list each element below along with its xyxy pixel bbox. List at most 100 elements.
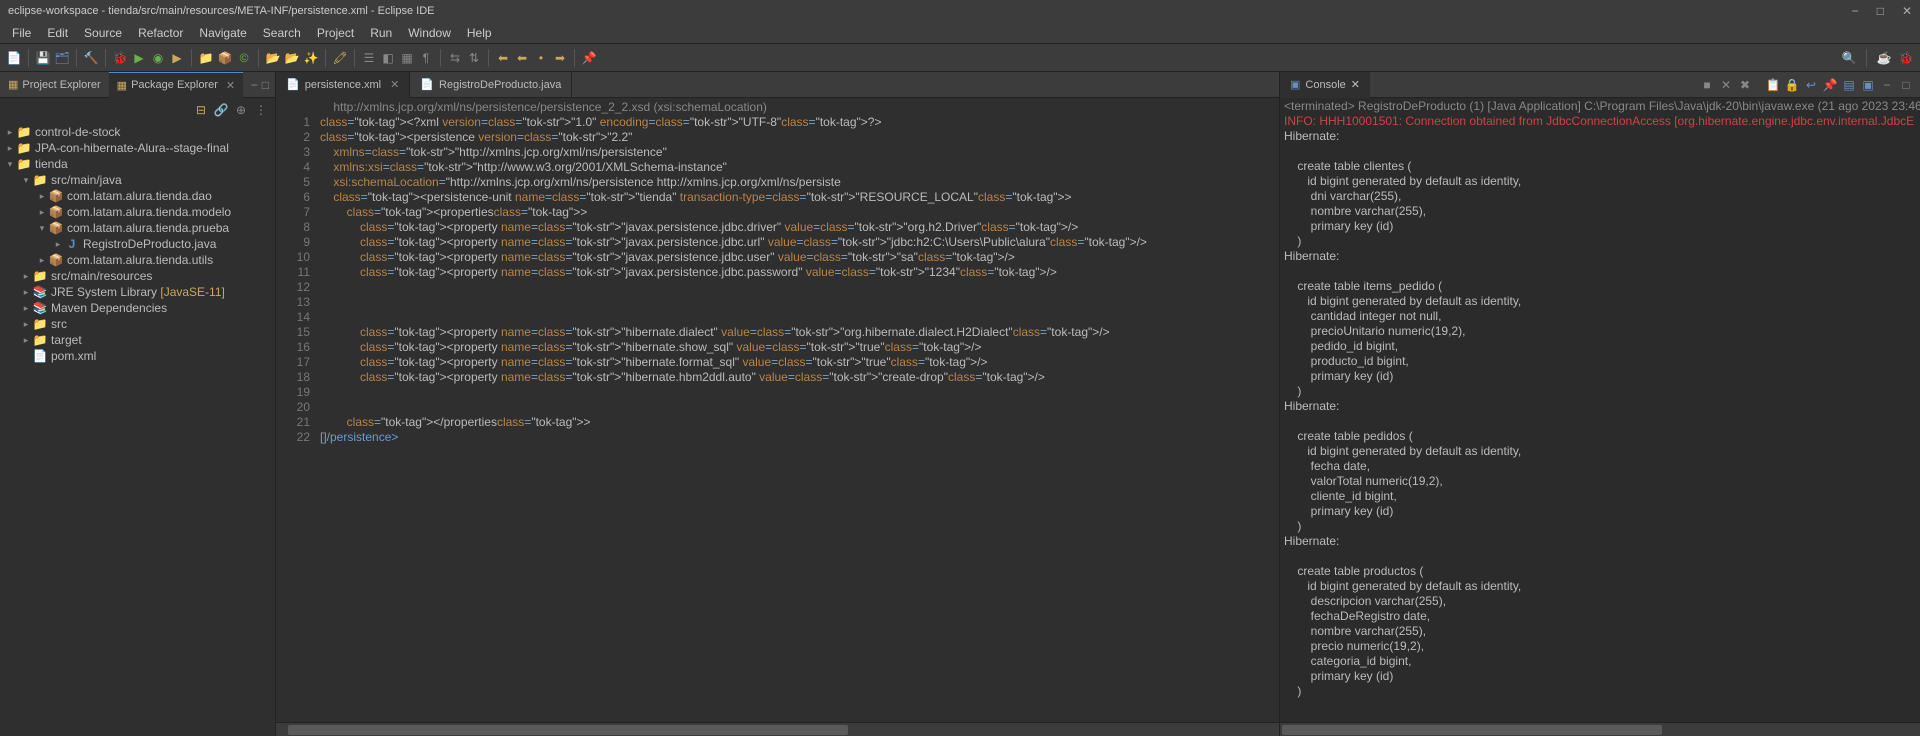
toggle-breadcrumb-icon[interactable]: ☰ [361, 50, 377, 66]
block-select-icon[interactable]: ▦ [399, 50, 415, 66]
twisty-icon[interactable]: ▸ [20, 319, 32, 330]
focus-icon[interactable]: ⊕ [233, 102, 249, 118]
min-view-icon[interactable]: − [1879, 77, 1895, 93]
debug-icon[interactable]: 🐞 [112, 50, 128, 66]
pin-editor-icon[interactable]: 📌 [581, 50, 597, 66]
console-body[interactable]: <terminated> RegistroDeProducto (1) [Jav… [1280, 98, 1920, 722]
menu-source[interactable]: Source [76, 26, 130, 40]
code-area[interactable]: 12345678910111213141516171819202122 http… [276, 98, 1279, 722]
view-tab-project-explorer[interactable]: ▦Project Explorer [0, 72, 109, 98]
twisty-icon[interactable]: ▾ [20, 175, 32, 186]
twisty-icon[interactable]: ▸ [4, 127, 16, 138]
twisty-icon[interactable]: ▸ [36, 191, 48, 202]
display-icon[interactable]: ▤ [1841, 77, 1857, 93]
tree-item[interactable]: 📄pom.xml [0, 348, 275, 364]
code-line[interactable]: class="tok-tag"><property name=class="to… [316, 265, 1279, 280]
twisty-icon[interactable]: ▾ [4, 159, 16, 170]
code-line[interactable] [316, 310, 1279, 325]
code-line[interactable] [316, 385, 1279, 400]
search-icon[interactable]: 🔍 [1841, 50, 1857, 66]
code-line[interactable]: class="tok-tag"><property name=class="to… [316, 235, 1279, 250]
close-icon[interactable]: ✕ [390, 78, 399, 91]
twisty-icon[interactable]: ▸ [20, 303, 32, 314]
new-class-icon[interactable]: © [236, 50, 252, 66]
tree-item[interactable]: ▾📁tienda [0, 156, 275, 172]
code-line[interactable]: xsi:schemaLocation="http://xmlns.jcp.org… [316, 175, 1279, 190]
sync2-icon[interactable]: ⇅ [466, 50, 482, 66]
tree-item[interactable]: ▸📦com.latam.alura.tienda.dao [0, 188, 275, 204]
menu-run[interactable]: Run [362, 26, 400, 40]
editor-hscrollbar[interactable] [276, 722, 1279, 736]
twisty-icon[interactable]: ▸ [20, 287, 32, 298]
twisty-icon[interactable]: ▸ [36, 207, 48, 218]
view-menu-icon[interactable]: ⋮ [253, 102, 269, 118]
code-body[interactable]: http://xmlns.jcp.org/xml/ns/persistence/… [316, 98, 1279, 722]
remove-all-icon[interactable]: ✖ [1737, 77, 1753, 93]
perspective-debug-icon[interactable]: 🐞 [1898, 50, 1914, 66]
code-line[interactable]: class="tok-tag"><persistence version=cla… [316, 130, 1279, 145]
new-java-project-icon[interactable]: 📁 [198, 50, 214, 66]
code-line[interactable] [316, 280, 1279, 295]
tree-item[interactable]: ▸📁JPA-con-hibernate-Alura--stage-final [0, 140, 275, 156]
code-line[interactable]: class="tok-tag"><?xml version=class="tok… [316, 115, 1279, 130]
save-icon[interactable]: 💾 [35, 50, 51, 66]
twisty-icon[interactable]: ▸ [20, 335, 32, 346]
nav-back2-icon[interactable]: ⬅ [514, 50, 530, 66]
close-icon[interactable]: ✕ [1351, 78, 1360, 91]
close-icon[interactable]: ✕ [226, 79, 235, 92]
package-tree[interactable]: ▸📁control-de-stock▸📁JPA-con-hibernate-Al… [0, 122, 275, 736]
link-editor-icon[interactable]: 🔗 [213, 102, 229, 118]
tree-item[interactable]: ▸📁src/main/resources [0, 268, 275, 284]
menu-project[interactable]: Project [309, 26, 362, 40]
menu-search[interactable]: Search [255, 26, 309, 40]
tree-item[interactable]: ▾📁src/main/java [0, 172, 275, 188]
tree-item[interactable]: ▸📁control-de-stock [0, 124, 275, 140]
code-line[interactable] [316, 400, 1279, 415]
build-icon[interactable]: 🔨 [83, 50, 99, 66]
minimize-button[interactable]: − [1852, 4, 1859, 18]
tree-item[interactable]: ▸📚JRE System Library [JavaSE-11] [0, 284, 275, 300]
open-console-icon[interactable]: ▣ [1860, 77, 1876, 93]
folder2-icon[interactable]: 📂 [284, 50, 300, 66]
console-output[interactable]: Hibernate: create table clientes ( id bi… [1284, 129, 1916, 699]
scroll-lock-icon[interactable]: 🔒 [1784, 77, 1800, 93]
run-last-icon[interactable]: ▶ [169, 50, 185, 66]
tree-item[interactable]: ▸📦com.latam.alura.tienda.modelo [0, 204, 275, 220]
console-tab[interactable]: ▣ Console ✕ [1280, 72, 1370, 98]
open-type-icon[interactable]: 📂 [265, 50, 281, 66]
twisty-icon[interactable]: ▸ [4, 143, 16, 154]
view-tab-package-explorer[interactable]: ▦Package Explorer✕ [109, 72, 243, 98]
scrollbar-thumb[interactable] [288, 725, 848, 735]
new-icon[interactable]: 📄 [6, 50, 22, 66]
tree-item[interactable]: ▸📁src [0, 316, 275, 332]
nav-dot-icon[interactable]: • [533, 50, 549, 66]
code-line[interactable]: class="tok-tag"><property name=class="to… [316, 325, 1279, 340]
tree-item[interactable]: ▸📦com.latam.alura.tienda.utils [0, 252, 275, 268]
pin-console-icon[interactable]: 📌 [1822, 77, 1838, 93]
code-line[interactable]: xmlns=class="tok-str">"http://xmlns.jcp.… [316, 145, 1279, 160]
toggle-mark-icon[interactable]: ◧ [380, 50, 396, 66]
code-line[interactable]: class="tok-tag"><propertiesclass="tok-ta… [316, 205, 1279, 220]
clear-console-icon[interactable]: 📋 [1765, 77, 1781, 93]
console-hscrollbar[interactable] [1280, 722, 1920, 736]
collapse-all-icon[interactable]: ⊟ [193, 102, 209, 118]
menu-window[interactable]: Window [400, 26, 459, 40]
code-line[interactable]: xmlns:xsi=class="tok-str">"http://www.w3… [316, 160, 1279, 175]
code-line[interactable]: class="tok-tag"><property name=class="to… [316, 340, 1279, 355]
whitespace-icon[interactable]: ¶ [418, 50, 434, 66]
code-line[interactable]: class="tok-tag"><property name=class="to… [316, 220, 1279, 235]
max-view-icon[interactable]: □ [1898, 77, 1914, 93]
twisty-icon[interactable]: ▸ [20, 271, 32, 282]
twisty-icon[interactable]: ▾ [36, 223, 48, 234]
highlight-icon[interactable]: 🖍 [332, 50, 348, 66]
perspective-java-icon[interactable]: ☕ [1876, 50, 1892, 66]
tree-item[interactable]: ▸📁target [0, 332, 275, 348]
menu-edit[interactable]: Edit [39, 26, 76, 40]
code-line[interactable]: class="tok-tag"><property name=class="to… [316, 370, 1279, 385]
menu-help[interactable]: Help [459, 26, 500, 40]
menu-file[interactable]: File [4, 26, 39, 40]
code-line[interactable]: class="tok-tag"></propertiesclass="tok-t… [316, 415, 1279, 430]
code-line[interactable]: class="tok-tag"><property name=class="to… [316, 355, 1279, 370]
code-line[interactable]: []/persistence> [316, 430, 1279, 445]
scrollbar-thumb[interactable] [1282, 725, 1662, 735]
